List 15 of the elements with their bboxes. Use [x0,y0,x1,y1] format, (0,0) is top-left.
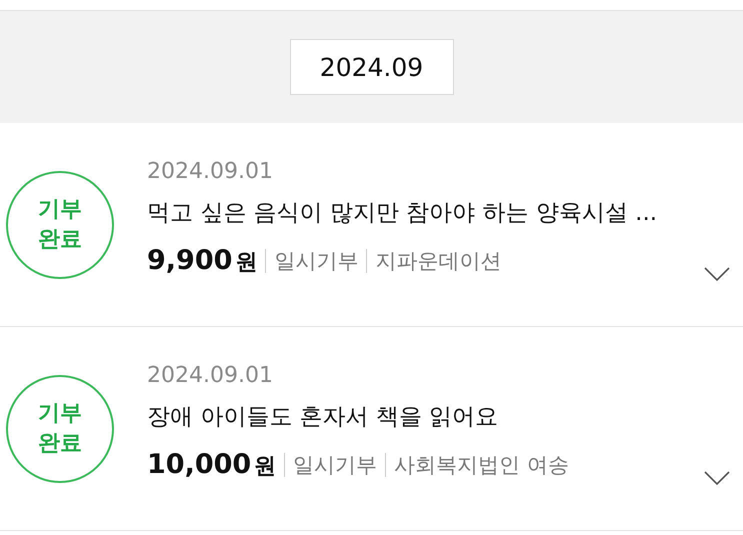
donation-type: 일시기부 [274,248,358,275]
donation-title[interactable]: 먹고 싶은 음식이 많지만 참아야 하는 양육시설 ... [147,191,658,241]
donation-complete-badge: 기부 완료 [6,375,114,483]
expand-chevron-icon[interactable] [704,267,730,281]
donation-complete-badge: 기부 완료 [6,171,114,279]
organization-name: 사회복지법인 여송 [394,452,569,479]
donation-date: 2024.09.01 [147,159,274,186]
organization-name: 지파운데이션 [375,248,502,275]
expand-chevron-icon[interactable] [704,471,730,485]
month-label[interactable]: 2024.09 [290,39,454,95]
donation-title[interactable]: 장애 아이들도 혼자서 책을 읽어요 [147,395,569,445]
donation-amount: 9,900 원 [147,245,258,277]
donation-date: 2024.09.01 [147,363,274,390]
donation-amount: 10,000 원 [147,449,276,481]
donation-type: 일시기부 [293,452,378,479]
